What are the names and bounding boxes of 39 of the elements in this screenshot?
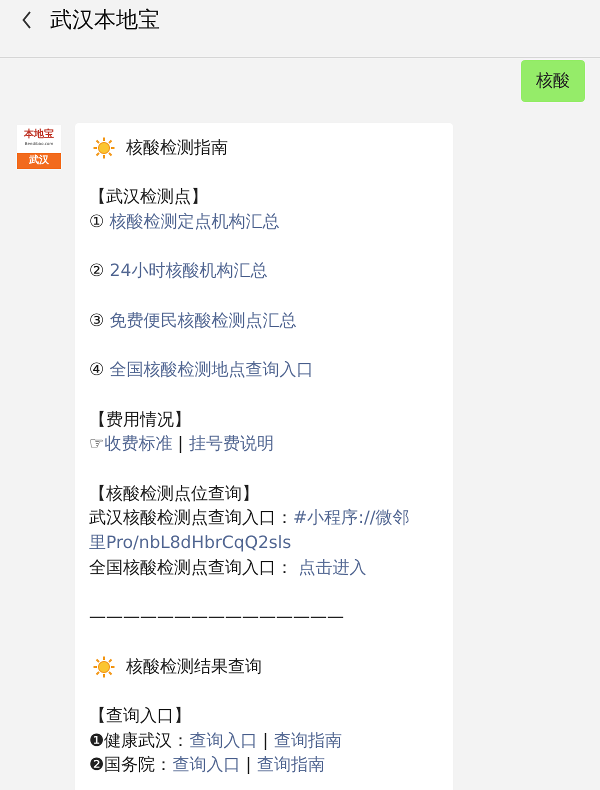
message-text: ❷国务院：	[89, 755, 172, 776]
link[interactable]: 查询指南	[274, 730, 342, 751]
message-text: |	[262, 730, 270, 751]
message-text: ❶健康武汉：	[89, 730, 190, 751]
link[interactable]: 点击进入	[298, 558, 366, 578]
section-heading: 核酸检测指南	[126, 137, 228, 160]
section-heading: 核酸检测结果查询	[126, 656, 262, 679]
link[interactable]: 里Pro/nbL8dHbrCqQ2sls	[89, 533, 292, 554]
link[interactable]: 挂号费说明	[188, 434, 274, 454]
message-text: 【核酸检测点位查询】	[89, 484, 259, 504]
message-text: 全国核酸检测点查询入口：	[89, 558, 294, 578]
link[interactable]: #小程序://微邻	[293, 508, 410, 528]
message-text: ④	[89, 360, 106, 380]
sent-message-bubble: 核酸	[521, 60, 585, 102]
avatar-city: 武汉	[17, 153, 61, 169]
message-text: 【查询入口】	[89, 706, 191, 726]
message-text: ③	[89, 310, 106, 331]
message-text: ②	[89, 261, 106, 282]
link[interactable]: 全国核酸检测地点查询入口	[110, 360, 314, 380]
link[interactable]: 免费便民核酸检测点汇总	[110, 310, 297, 331]
link[interactable]: 24小时核酸机构汇总	[110, 261, 268, 282]
link[interactable]: 收费标准	[104, 434, 172, 454]
message-text: 【武汉检测点】	[89, 187, 208, 208]
avatar-brand: 本地宝	[24, 128, 54, 141]
link[interactable]: 查询入口	[172, 755, 240, 776]
message-text: |	[244, 755, 252, 776]
message-text: ☞	[89, 434, 104, 454]
back-icon[interactable]	[22, 10, 32, 28]
link[interactable]: 查询指南	[256, 755, 325, 776]
message-text: 【费用情况】	[89, 410, 191, 430]
message-text: 武汉核酸检测点查询入口：	[89, 508, 293, 528]
message-text: ———————————————	[89, 607, 344, 628]
message-text: ①	[89, 212, 106, 232]
link[interactable]: 核酸检测定点机构汇总	[110, 212, 280, 232]
message-text: |	[176, 434, 184, 454]
sun-icon	[93, 656, 115, 678]
sun-icon	[93, 137, 115, 160]
link[interactable]: 查询入口	[189, 730, 258, 751]
chat-title: 武汉本地宝	[50, 6, 160, 34]
